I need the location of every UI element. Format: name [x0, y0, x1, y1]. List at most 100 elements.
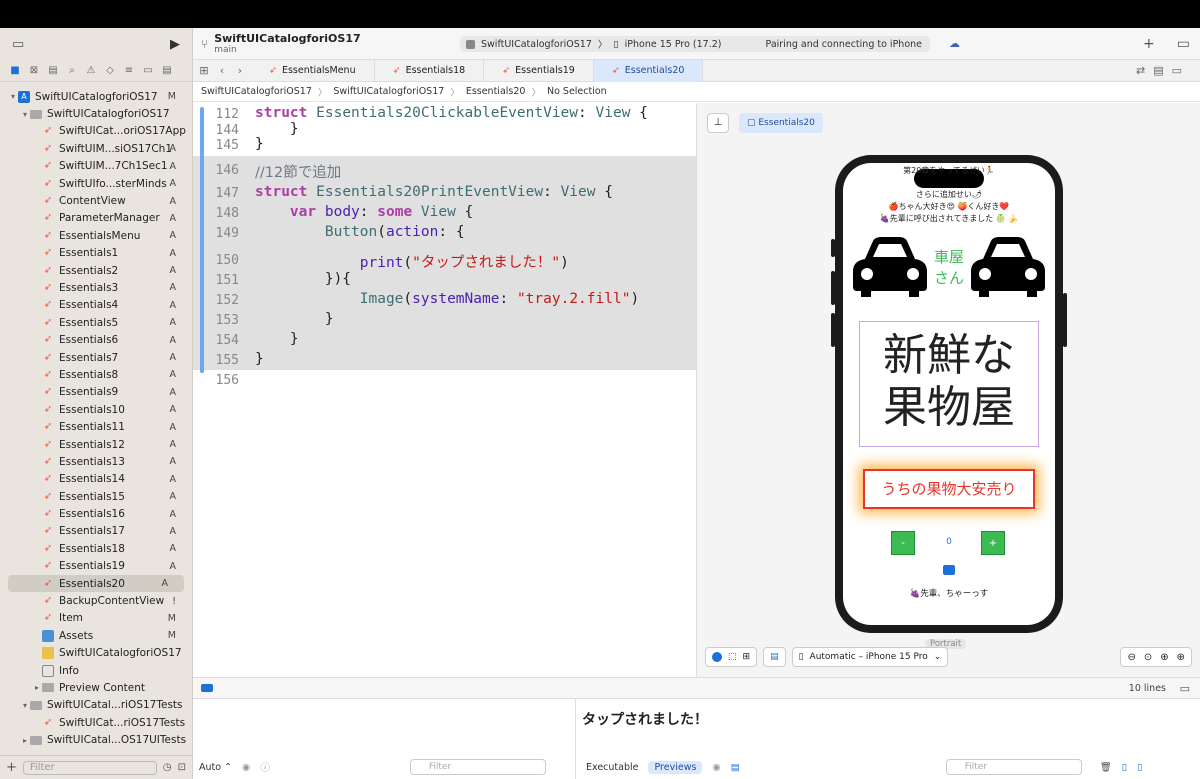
tree-item[interactable]: ➶ Essentials7 A	[0, 349, 192, 366]
tree-item[interactable]: ▾ A SwiftUICatalogforiOS17 M	[0, 88, 192, 105]
tree-item[interactable]: ➶ Essentials8 A	[0, 366, 192, 383]
disclosure-icon[interactable]: ▾	[20, 701, 30, 710]
tree-item[interactable]: ➶ Essentials6 A	[0, 331, 192, 348]
code-editor[interactable]: 112 struct Essentials20ClickableEventView…	[193, 103, 696, 677]
code-line[interactable]: struct Essentials20ClickableEventView: V…	[255, 105, 648, 121]
tree-item[interactable]: ➶ Essentials15 A	[0, 488, 192, 505]
live-icon[interactable]	[712, 652, 722, 662]
console-filter-input[interactable]: Filter	[945, 759, 1082, 775]
tree-item[interactable]: SwiftUICatalogforiOS17	[0, 645, 192, 662]
tree-item[interactable]: ➶ Essentials17 A	[0, 523, 192, 540]
device-picker[interactable]: ▯ Automatic – iPhone 15 Pro ⌄	[791, 647, 949, 667]
tree-item[interactable]: ➶ Essentials20 A	[8, 574, 184, 593]
executable-tab[interactable]: Executable	[586, 762, 638, 773]
filter-icon[interactable]: ⊡	[178, 762, 186, 773]
code-line[interactable]: struct Essentials20PrintEventView: View …	[255, 184, 613, 200]
tree-item[interactable]: ➶ EssentialsMenu A	[0, 227, 192, 244]
tree-item[interactable]: ➶ Essentials4 A	[0, 297, 192, 314]
eye-icon[interactable]: ◉	[712, 762, 720, 773]
forward-icon[interactable]: ›	[229, 64, 251, 77]
editor-tab[interactable]: ➶ Essentials20	[593, 59, 704, 82]
add-icon[interactable]: +	[6, 760, 17, 775]
code-line[interactable]: }){	[255, 271, 351, 287]
tree-item[interactable]: ➶ Essentials2 A	[0, 262, 192, 279]
tree-item[interactable]: ➶ SwiftUIM...7Ch1Sec1 A	[0, 158, 192, 175]
jump-bar-item[interactable]: No Selection	[547, 86, 607, 97]
editor-tab[interactable]: ➶ Essentials19	[484, 59, 594, 82]
debug-toggle-icon[interactable]	[201, 684, 213, 692]
zoom-out-icon[interactable]: ⊖	[1127, 652, 1135, 663]
report-icon[interactable]: ▤	[160, 64, 174, 78]
run-icon[interactable]: ▶	[170, 37, 180, 52]
tree-item[interactable]: ➶ SwiftUIM...siOS17Ch1 A	[0, 140, 192, 157]
variants-icon[interactable]: ⊞	[743, 652, 751, 662]
select-icon[interactable]: ⬚	[728, 652, 737, 662]
tree-item[interactable]: ➶ SwiftUIfo...sterMinds A	[0, 175, 192, 192]
tree-item[interactable]: ➶ SwiftUICat...riOS17Tests	[0, 714, 192, 731]
tree-item[interactable]: ➶ SwiftUICat...oriOS17App	[0, 123, 192, 140]
tree-item[interactable]: ➶ Essentials9 A	[0, 384, 192, 401]
disclosure-icon[interactable]: ▾	[8, 92, 18, 101]
info-icon[interactable]: ⓘ	[260, 760, 270, 774]
split-right-icon[interactable]: ▯	[1137, 762, 1142, 773]
code-line[interactable]: }	[255, 311, 334, 327]
clock-icon[interactable]: ◷	[163, 762, 172, 773]
breakpoint-icon[interactable]: ▭	[141, 64, 155, 78]
code-line[interactable]: //12節で追加	[255, 161, 341, 182]
tree-item[interactable]: ➶ Essentials3 A	[0, 279, 192, 296]
code-line[interactable]: }	[255, 136, 264, 152]
split-icons[interactable]: ⇄▤▭	[1136, 64, 1190, 77]
zoom-reset-icon[interactable]: ⊙	[1144, 652, 1152, 663]
tree-item[interactable]: Info	[0, 662, 192, 679]
symbol-icon[interactable]: ▤	[46, 64, 60, 78]
pin-icon[interactable]: ⊥	[707, 113, 729, 133]
tree-item[interactable]: ▸ Preview Content	[0, 679, 192, 696]
code-line[interactable]: Button(action: {	[255, 224, 465, 240]
tree-item[interactable]: ➶ ContentView A	[0, 192, 192, 209]
settings-icon[interactable]: ▤	[731, 762, 740, 773]
plus-button[interactable]: +	[981, 531, 1005, 555]
test-icon[interactable]: ◇	[103, 64, 117, 78]
split-left-icon[interactable]: ▯	[1122, 762, 1127, 773]
tree-item[interactable]: ➶ Essentials16 A	[0, 505, 192, 522]
tree-item[interactable]: ➶ Essentials14 A	[0, 471, 192, 488]
disclosure-icon[interactable]: ▸	[32, 683, 42, 692]
editor-tab[interactable]: ➶ Essentials18	[375, 59, 485, 82]
tree-item[interactable]: ➶ BackupContentView!	[0, 592, 192, 609]
code-line[interactable]: Image(systemName: "tray.2.fill")	[255, 291, 639, 307]
tree-item[interactable]: ➶ Item M	[0, 610, 192, 627]
sale-button[interactable]: うちの果物大安売り	[863, 469, 1035, 509]
jump-bar-item[interactable]: Essentials20	[466, 86, 526, 97]
tree-item[interactable]: ➶ ParameterManager A	[0, 210, 192, 227]
previews-tab[interactable]: Previews	[648, 760, 703, 774]
device-settings-button[interactable]: ▤	[763, 647, 786, 667]
tree-item[interactable]: ➶ Essentials1 A	[0, 245, 192, 262]
inspector-toggle-icon[interactable]: ▭	[1177, 36, 1190, 52]
zoom-fit-icon[interactable]: ⊕	[1160, 652, 1168, 663]
add-tab-icon[interactable]: +	[1143, 36, 1155, 52]
preview-chip[interactable]: ▢ Essentials20	[739, 113, 823, 133]
tree-item[interactable]: ➶ Essentials10 A	[0, 401, 192, 418]
code-line[interactable]: }	[255, 351, 264, 367]
tree-item[interactable]: Assets M	[0, 627, 192, 644]
eye-icon[interactable]: ◉	[242, 762, 250, 773]
tray-icon[interactable]	[943, 565, 955, 575]
tree-item[interactable]: ➶ Essentials12 A	[0, 436, 192, 453]
code-line[interactable]: }	[255, 121, 299, 137]
preview-mode-buttons[interactable]: ⬚ ⊞	[705, 647, 758, 667]
disclosure-icon[interactable]: ▾	[20, 110, 30, 119]
code-line[interactable]: var body: some View {	[255, 204, 473, 220]
zoom-in-icon[interactable]: ⊕	[1177, 652, 1185, 663]
tree-item[interactable]: ➶ Essentials19 A	[0, 558, 192, 575]
tree-item[interactable]: ▾ SwiftUICatalogforiOS17	[0, 105, 192, 122]
code-line[interactable]: print("タップされました！")	[255, 251, 569, 272]
trash-icon[interactable]: 🗑	[1100, 762, 1112, 773]
panel-icon[interactable]: ▭	[1180, 682, 1190, 695]
find-icon[interactable]: ⌕	[65, 64, 79, 78]
tree-item[interactable]: ▾ SwiftUICatal...riOS17Tests	[0, 697, 192, 714]
tree-item[interactable]: ▸ SwiftUICatal...OS17UITests	[0, 731, 192, 748]
jump-bar-item[interactable]: SwiftUICatalogforiOS17	[201, 86, 312, 97]
grid-icon[interactable]: ⊞	[193, 64, 215, 77]
tree-item[interactable]: ➶ Essentials13 A	[0, 453, 192, 470]
code-line[interactable]: }	[255, 331, 299, 347]
